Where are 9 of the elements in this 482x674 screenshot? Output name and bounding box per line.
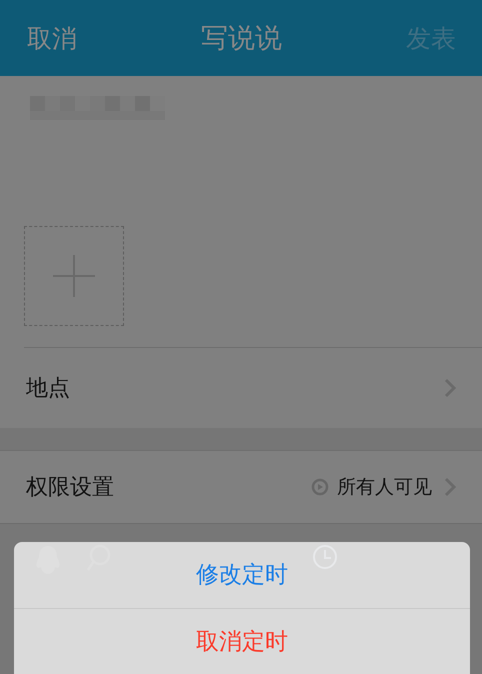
sheet-option[interactable]: 修改定时 bbox=[14, 542, 470, 608]
row-value: 所有人可见 bbox=[337, 475, 432, 500]
globe-icon bbox=[311, 478, 329, 496]
cancel-button[interactable]: 取消 bbox=[27, 22, 77, 54]
row-label: 权限设置 bbox=[26, 474, 115, 502]
row-label: 地点 bbox=[26, 375, 71, 403]
page-title: 写说说 bbox=[201, 22, 282, 56]
sheet-option[interactable]: 取消定时 bbox=[14, 608, 470, 674]
add-photo-button[interactable] bbox=[24, 226, 124, 326]
